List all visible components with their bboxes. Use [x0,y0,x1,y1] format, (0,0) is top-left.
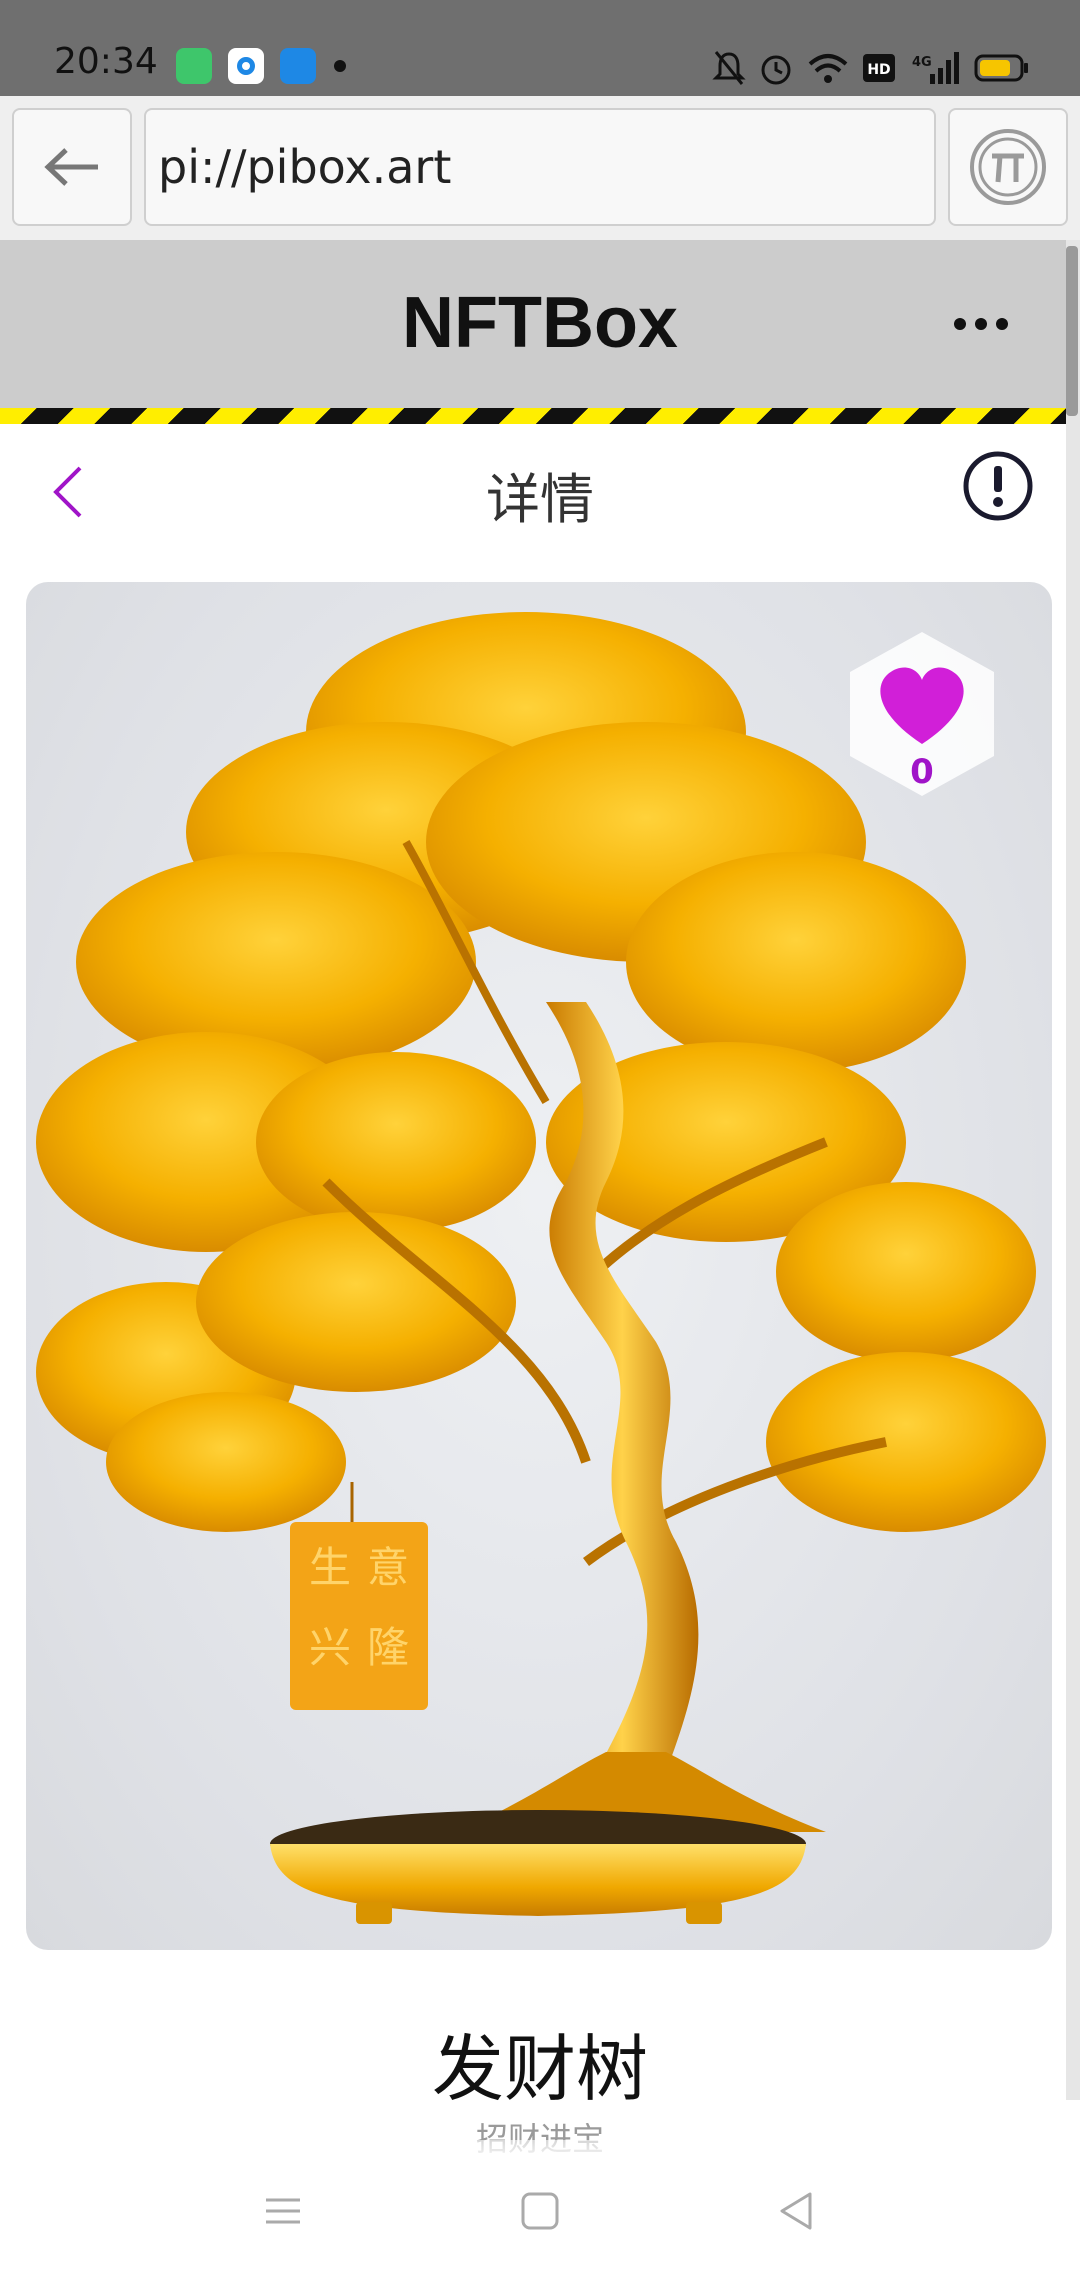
detail-page-title: 详情 [486,468,594,531]
more-icon[interactable] [946,302,1016,342]
status-bar: 20:34 HD 4G [0,0,1080,96]
nft-name: 发财树 [431,2027,648,2111]
svg-text:4G: 4G [912,55,932,70]
pi-logo-icon [970,129,1046,205]
menu-icon[interactable] [258,2186,308,2236]
notification-dot [334,60,346,72]
alarm-icon [761,55,791,85]
app-header: NFTBox [0,240,1068,412]
url-field[interactable]: pi://pibox.art [144,108,936,226]
tag-char-1: 生 [309,1543,351,1592]
status-time: 20:34 [54,41,158,82]
tag-char-3: 兴 [309,1623,351,1672]
info-icon[interactable] [962,450,1034,522]
battery-icon [974,54,1028,82]
browser-bar: pi://pibox.art [0,96,1080,240]
hd-icon: HD [863,54,895,82]
scrollbar-thumb[interactable] [1066,246,1078,416]
tag-char-2: 意 [367,1543,409,1592]
browser-back-button[interactable] [12,108,132,226]
notification-app-icon-green [176,48,212,84]
home-icon[interactable] [515,2186,565,2236]
notification-app-icon-blue-circle [228,48,264,84]
like-count: 0 [910,752,934,792]
url-text: pi://pibox.art [158,140,452,194]
app-title: NFTBox [402,283,678,363]
notification-app-icon-blue [280,48,316,84]
pi-browser-button[interactable] [948,108,1068,226]
silent-bell-icon [712,51,746,85]
back-arrow-icon [44,148,98,186]
hazard-stripe-divider [0,408,1068,424]
svg-text:HD: HD [867,62,890,78]
back-triangle-icon[interactable] [772,2186,822,2236]
signal-4g-icon: 4G [912,52,959,84]
tag-char-4: 隆 [367,1623,409,1672]
wifi-icon [808,54,848,83]
